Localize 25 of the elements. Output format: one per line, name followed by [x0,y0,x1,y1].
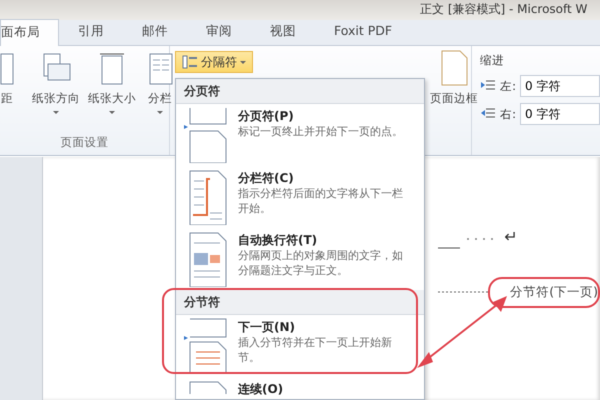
ribbon-tab[interactable]: Foxit PDF [315,18,412,45]
field-label: 左: [500,78,516,95]
ribbon-tab[interactable]: 面布局 [0,19,59,46]
group-label: 页面设置 [60,134,110,151]
ribbon-tab[interactable]: 审阅 [187,18,251,45]
menu-item[interactable]: 分栏符(C) 指示分栏符后面的文字将从下一栏开始。 [176,166,424,228]
ribbon-button[interactable]: 距 [0,46,18,114]
ribbon-button[interactable]: 纸张大小 [84,46,140,114]
menu-item[interactable]: 连续(O) [176,377,424,399]
breaks-button[interactable]: 分隔符 [175,51,253,73]
menu-section-header: 分节符 [176,290,424,315]
ribbon-tab[interactable]: 视图 [251,18,315,45]
ribbon-tab[interactable]: 引用 [59,18,123,45]
ribbon-tab[interactable]: 邮件 [123,18,187,45]
indent-field[interactable]: 0 字符 [520,75,600,98]
menu-section-header: 分页符 [176,79,424,104]
indent-field[interactable]: 0 字符 [520,103,600,126]
menu-item[interactable]: 分页符(P) 标记一页终止并开始下一页的点。 [176,104,424,166]
window-title: 正文 [兼容模式] - Microsoft W [420,2,588,16]
paragraph-mark: ↵ [504,226,518,248]
field-label: 右: [500,106,516,123]
group-title: 缩进 [480,52,506,69]
ribbon-button[interactable]: 纸张方向 [28,46,84,114]
menu-item[interactable]: 自动换行符(T) 分隔网页上的对象周围的文字，如分隔题注文字与正文。 [176,228,424,290]
menu-item[interactable]: 下一页(N) 插入分节符并在下一页上开始新节。 [176,315,424,377]
